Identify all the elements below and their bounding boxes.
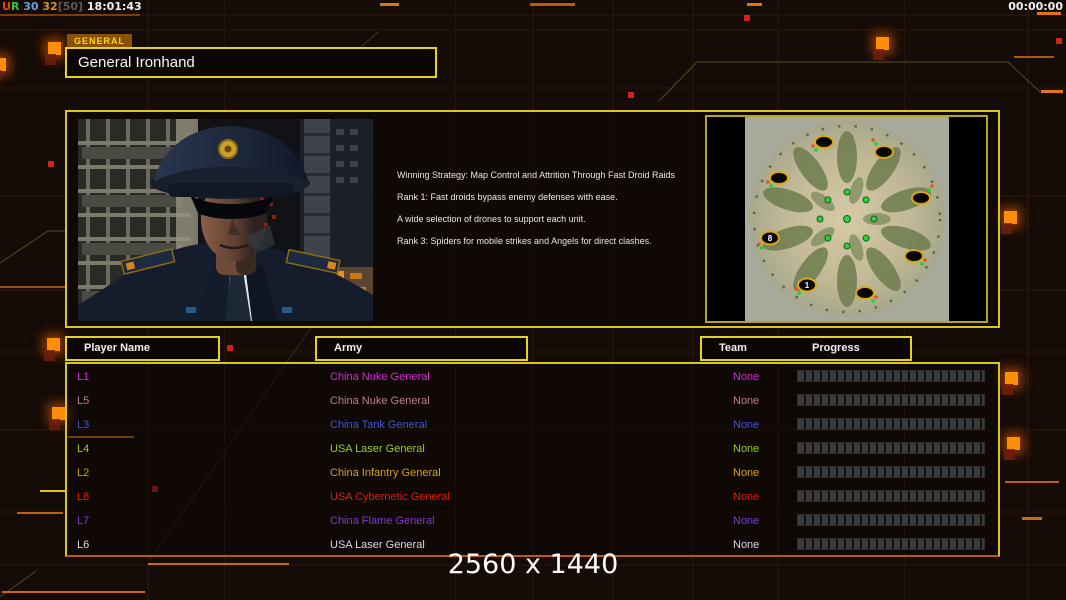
player-name[interactable]: L7 (77, 515, 89, 527)
team-header-label: Team (719, 338, 747, 359)
player-name[interactable]: L2 (77, 467, 89, 479)
player-row[interactable]: L5 China Nuke General None (67, 391, 998, 415)
strategy-text: Winning Strategy: Map Control and Attrit… (397, 170, 693, 258)
player-progress-bar (797, 490, 985, 502)
glow-square-decor (876, 37, 889, 50)
strategy-paragraph: Winning Strategy: Map Control and Attrit… (397, 170, 693, 181)
player-progress-bar (797, 418, 985, 430)
player-army[interactable]: China Nuke General (330, 371, 430, 383)
player-table: L1 China Nuke General None L5 China Nuke Gen… (65, 362, 1000, 557)
column-header-army: Army (315, 336, 528, 361)
player-team[interactable]: None (733, 515, 759, 527)
player-row[interactable]: L1 China Nuke General None (67, 367, 998, 391)
player-team[interactable]: None (733, 419, 759, 431)
strategy-paragraph: Rank 1: Fast droids bypass enemy defense… (397, 192, 693, 203)
player-team[interactable]: None (733, 443, 759, 455)
svg-text:1: 1 (804, 281, 809, 290)
status-segment: U (2, 0, 11, 13)
game-lobby-screen: UR 30 32[50] 18:01:43 00:00:00 GENERAL G… (0, 0, 1066, 600)
column-header-player-name: Player Name (65, 336, 220, 361)
player-name[interactable]: L4 (77, 443, 89, 455)
status-segment: 32 (39, 0, 58, 13)
map-preview[interactable]: 8 1 (705, 115, 988, 323)
player-row[interactable]: L3 China Tank General None (67, 415, 998, 439)
player-progress-bar (797, 370, 985, 382)
general-portrait (78, 119, 373, 321)
status-segment: 30 (19, 0, 38, 13)
player-row[interactable]: L2 China Infantry General None (67, 463, 998, 487)
glow-square-decor (52, 407, 65, 420)
player-army[interactable]: USA Cybernetic General (330, 491, 450, 503)
strategy-paragraph: A wide selection of drones to support ea… (397, 214, 693, 225)
general-name-value: General Ironhand (78, 54, 195, 71)
resolution-label: 2560 x 1440 (0, 549, 1066, 580)
red-square-decor (227, 345, 233, 351)
player-progress-bar (797, 442, 985, 454)
status-readout: UR 30 32[50] 18:01:43 (2, 0, 142, 13)
player-progress-bar (797, 394, 985, 406)
svg-text:8: 8 (767, 234, 772, 243)
army-header-label: Army (334, 342, 362, 354)
player-army[interactable]: China Tank General (330, 419, 427, 431)
status-bar: UR 30 32[50] 18:01:43 00:00:00 (0, 0, 1066, 14)
player-progress-bar (797, 466, 985, 478)
general-name-input[interactable]: General Ironhand (65, 47, 437, 78)
red-square-decor (1056, 38, 1062, 44)
red-square-decor (744, 15, 750, 21)
match-timer: 00:00:00 (1008, 0, 1063, 13)
glow-square-decor (0, 58, 6, 71)
map-image: 8 1 (745, 117, 949, 321)
status-segment: 18:01:43 (83, 0, 142, 13)
player-name[interactable]: L3 (77, 419, 89, 431)
player-team[interactable]: None (733, 371, 759, 383)
player-team[interactable]: None (733, 491, 759, 503)
player-name[interactable]: L8 (77, 491, 89, 503)
player-row[interactable]: L8 USA Cybernetic General None (67, 487, 998, 511)
red-square-decor (48, 161, 54, 167)
player-army[interactable]: China Flame General (330, 515, 435, 527)
player-name-header-label: Player Name (84, 342, 150, 354)
player-row[interactable]: L7 China Flame General None (67, 511, 998, 535)
player-team[interactable]: None (733, 395, 759, 407)
player-name[interactable]: L1 (77, 371, 89, 383)
glow-square-decor (1004, 211, 1017, 224)
general-info-panel: Winning Strategy: Map Control and Attrit… (65, 110, 1000, 328)
player-army[interactable]: USA Laser General (330, 443, 425, 455)
player-row[interactable]: L4 USA Laser General None (67, 439, 998, 463)
glow-square-decor (48, 42, 61, 55)
glow-square-decor (1005, 372, 1018, 385)
player-progress-bar (797, 514, 985, 526)
red-square-decor (628, 92, 634, 98)
player-army[interactable]: China Nuke General (330, 395, 430, 407)
player-army[interactable]: China Infantry General (330, 467, 441, 479)
column-header-team-progress: Team Progress (700, 336, 912, 361)
general-tab-label: GENERAL (67, 34, 132, 47)
player-team[interactable]: None (733, 467, 759, 479)
glow-square-decor (47, 338, 60, 351)
progress-header-label: Progress (812, 338, 860, 359)
strategy-paragraph: Rank 3: Spiders for mobile strikes and A… (397, 236, 693, 247)
player-name[interactable]: L5 (77, 395, 89, 407)
glow-square-decor (1007, 437, 1020, 450)
status-segment: [50] (58, 0, 83, 13)
